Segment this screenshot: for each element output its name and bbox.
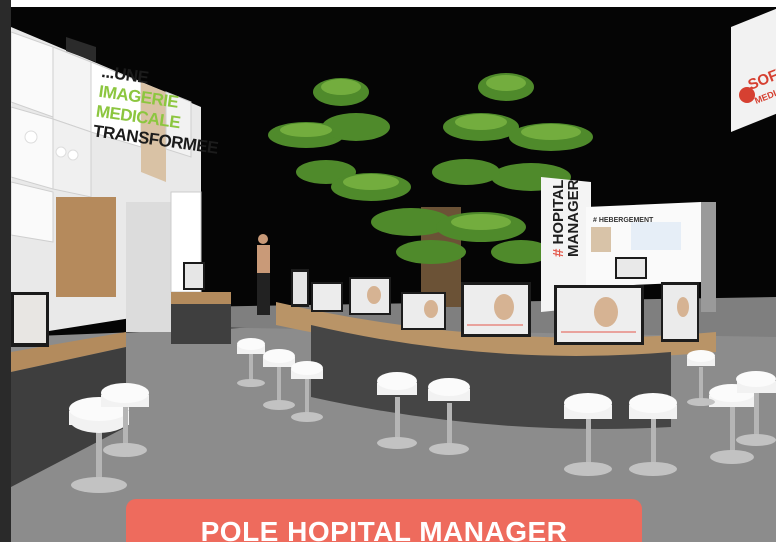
back-panel-label: # HEBERGEMENT	[593, 217, 654, 224]
back-panel-screen	[631, 222, 681, 250]
column	[126, 202, 176, 332]
back-desk-top	[171, 292, 231, 304]
wood-niche	[56, 197, 116, 297]
caption-banner-text: POLE HOPITAL MANAGER	[200, 516, 568, 542]
left-monitor-screen	[14, 295, 46, 343]
top-border	[0, 0, 776, 7]
person	[257, 234, 270, 315]
left-screen-4	[52, 46, 92, 133]
tower-label: # HOPITAL MANAGER	[550, 179, 582, 258]
left-screen-3	[11, 181, 54, 243]
caption-banner: POLE HOPITAL MANAGER	[126, 499, 642, 542]
left-screen-1	[11, 31, 54, 118]
left-wall-headline: ...UNE IMAGERIE MEDICALE TRANSFORMEE	[92, 62, 219, 158]
left-screen-2	[11, 106, 54, 190]
tower-label-line2: MANAGER	[565, 179, 582, 258]
render-area: SOFTW MEDI ...UNE IMAGERIE MEDICALE TRAN…	[11, 7, 776, 542]
left-border	[0, 0, 11, 542]
exhibition-booth-render: SOFTW MEDI ...UNE IMAGERIE MEDICALE TRAN…	[0, 0, 776, 542]
back-desk	[171, 304, 231, 344]
